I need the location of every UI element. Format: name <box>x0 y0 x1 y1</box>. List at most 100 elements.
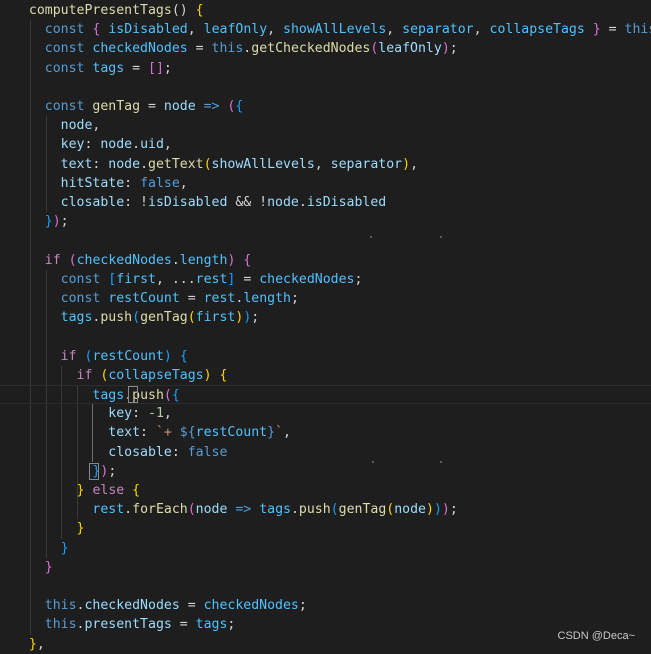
code-line[interactable]: } <box>0 539 651 558</box>
code-token: , <box>386 22 403 38</box>
code-line[interactable] <box>0 231 651 250</box>
code-token: forEach <box>132 502 188 518</box>
bracket-match-highlight <box>89 462 99 480</box>
code-line[interactable]: this.presentTags = tags; <box>0 615 651 634</box>
code-token: ( <box>163 388 172 403</box>
code-line[interactable]: rest.forEach(node => tags.push(genTag(no… <box>0 500 651 519</box>
code-line[interactable] <box>0 78 651 97</box>
code-line[interactable]: tags.push({ <box>0 385 651 405</box>
code-line[interactable]: node, <box>0 116 651 135</box>
code-line[interactable]: key: -1, <box>0 404 651 423</box>
code-token: tags <box>195 617 228 633</box>
whitespace-marker <box>372 461 374 463</box>
code-token: node <box>108 156 141 172</box>
code-token: , <box>163 137 172 153</box>
whitespace-marker <box>370 236 372 238</box>
code-line[interactable]: this.checkedNodes = checkedNodes; <box>0 596 651 615</box>
code-token: getText <box>148 156 204 172</box>
code-token: checkedNodes <box>84 598 180 614</box>
whitespace-marker <box>440 236 442 238</box>
code-token: , <box>92 118 101 134</box>
code-token: { <box>195 3 204 18</box>
code-line[interactable]: }, <box>0 635 651 654</box>
code-token: getCheckedNodes <box>251 41 371 57</box>
code-line[interactable]: const [first, ...rest] = checkedNodes; <box>0 270 651 289</box>
code-token: node <box>267 195 299 210</box>
code-token: leafOnly <box>378 41 442 57</box>
code-token: ; <box>60 214 69 230</box>
code-token: node <box>394 502 426 518</box>
code-token: hitState <box>60 175 125 191</box>
bracket-match-highlight <box>127 386 138 404</box>
code-token: rest <box>92 502 125 518</box>
code-token: `+ <box>155 425 180 441</box>
code-token: text <box>60 156 93 172</box>
code-line[interactable]: const tags = []; <box>0 59 651 78</box>
code-token: ; <box>163 60 172 76</box>
code-token: collapseTags <box>108 367 204 383</box>
code-token: separator <box>402 22 474 38</box>
code-token: , <box>410 156 419 172</box>
code-line[interactable]: const restCount = rest.length; <box>0 289 651 308</box>
code-line[interactable]: closable: !isDisabled && !node.isDisable… <box>0 193 651 212</box>
code-token: ; <box>251 310 260 326</box>
code-token: . <box>290 502 299 518</box>
code-line[interactable]: if (checkedNodes.length) { <box>0 251 651 270</box>
code-line[interactable]: const { isDisabled, leafOnly, showAllLev… <box>0 20 651 39</box>
code-token: ) <box>52 214 61 230</box>
code-line[interactable]: tags.push(genTag(first)); <box>0 308 651 327</box>
code-line[interactable]: } else { <box>0 481 651 500</box>
code-token: node <box>163 99 196 114</box>
code-token: collapseTags <box>489 22 585 38</box>
code-line[interactable]: if (collapseTags) { <box>0 366 651 385</box>
code-token: } <box>44 559 53 575</box>
code-token: . <box>171 252 180 268</box>
code-line[interactable]: hitState: false, <box>0 174 651 193</box>
code-token: { <box>179 348 188 364</box>
code-line[interactable]: text: `+ ${restCount}`, <box>0 423 651 442</box>
code-token: ; <box>449 41 458 57</box>
code-token: { <box>219 367 228 383</box>
code-line[interactable] <box>0 577 651 596</box>
code-token: ) <box>441 502 450 518</box>
code-token: this <box>211 41 244 57</box>
code-line[interactable] <box>0 327 651 346</box>
code-line[interactable]: if (restCount) { <box>0 347 651 366</box>
code-line[interactable]: const checkedNodes = this.getCheckedNode… <box>0 39 651 58</box>
code-editor[interactable]: computePresentTags() { const { isDisable… <box>0 0 651 652</box>
code-line[interactable]: computePresentTags() { <box>0 1 651 20</box>
code-token: = <box>179 598 204 614</box>
code-token: ( <box>330 502 339 518</box>
code-line[interactable]: const genTag = node => ({ <box>0 97 651 116</box>
code-token: = <box>171 617 196 633</box>
code-token: closable <box>60 195 125 210</box>
code-line[interactable]: }); <box>0 212 651 231</box>
code-token: leafOnly <box>203 22 268 38</box>
code-token: false <box>140 175 180 191</box>
code-line[interactable]: } <box>0 519 651 538</box>
code-token: ( <box>187 502 196 518</box>
code-line[interactable]: text: node.getText(showAllLevels, separa… <box>0 155 651 174</box>
code-line[interactable]: key: node.uid, <box>0 135 651 154</box>
code-line[interactable]: closable: false <box>0 443 651 462</box>
code-token: : <box>132 406 148 422</box>
code-token: restCount <box>195 425 268 441</box>
code-token: key <box>108 406 133 422</box>
code-line[interactable]: } <box>0 558 651 577</box>
code-token: const <box>60 271 101 287</box>
code-token: = <box>124 60 149 76</box>
